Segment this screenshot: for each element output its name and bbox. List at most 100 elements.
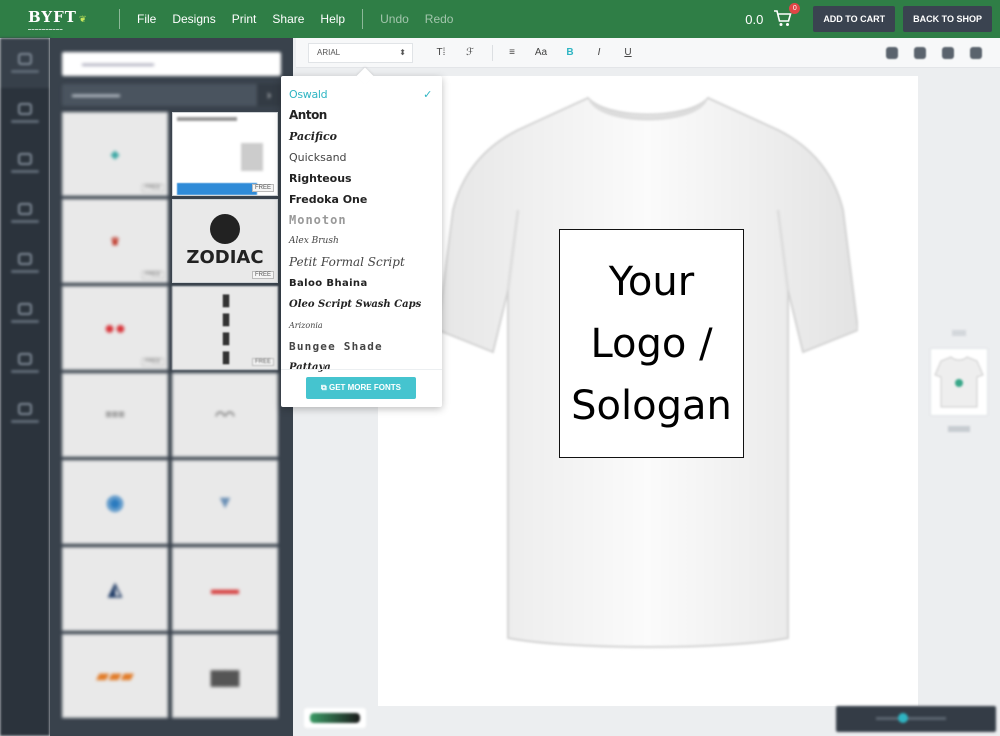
check-icon: ✓ [423,88,432,101]
font-option-monoton[interactable]: Monoton [289,210,442,231]
menu-designs[interactable]: Designs [172,12,215,26]
template-tile[interactable]: ♛ FREE [62,199,168,283]
font-option-oswald[interactable]: Oswald ✓ [289,84,442,105]
design-text-box[interactable]: Your Logo / Sologan [559,229,744,458]
text-icon [18,253,32,265]
italic-button[interactable]: I [589,47,609,58]
menu-divider [119,9,120,29]
rail-item-upload[interactable] [0,138,50,188]
font-dropdown: Oswald ✓ Anton Pacifico Quicksand Righteo… [281,76,442,407]
font-dropdown-footer: ⧉ GET MORE FONTS [281,369,442,407]
font-option-arizonia[interactable]: Arizonia [289,315,442,336]
template-tile[interactable]: ◭ [62,547,168,631]
font-option-oleo-script-swash-caps[interactable]: Oleo Script Swash Caps [289,294,442,315]
color-swatch-widget[interactable] [304,708,366,728]
cart-icon[interactable]: 0 [773,3,801,29]
menu-share[interactable]: Share [272,12,304,26]
align-center-icon[interactable]: ≡ [502,47,522,58]
rail-item-templates[interactable] [0,38,50,88]
view-thumbnail-front[interactable] [930,348,988,416]
template-tile[interactable]: ◉ [62,460,168,544]
font-option-bungee-shade[interactable]: Bungee Shade [289,336,442,357]
rail-item-qr[interactable] [0,388,50,438]
rail-item-text[interactable] [0,238,50,288]
view-thumbnail-label [948,426,970,432]
template-tile[interactable]: FREE [172,112,278,196]
template-grid: ◆ FREE FREE ♛ FREE ZODIAC FREE ●● FREE ▮▮▮▮ F… [62,112,293,718]
external-link-icon: ⧉ [321,383,329,392]
text-case-button[interactable]: Aa [531,47,551,58]
template-search-input[interactable]: ▬▬▬▬▬▬▬▬▬ [62,52,281,76]
redo-button[interactable]: Redo [425,12,454,26]
font-family-select[interactable]: ARIAL ⬍ [308,42,413,63]
clipart-icon [18,103,32,115]
logo-tagline-graphic: ▬▬▬▬▬▬▬▬▬▬ [28,26,63,31]
text-size-icon[interactable]: T⁞ [431,47,451,58]
template-panel: ▬▬▬▬▬▬▬▬▬ ▬▬▬▬▬▬ › ◆ FREE FREE ♛ FREE ZODIA… [50,38,293,736]
font-option-fredoka-one[interactable]: Fredoka One [289,189,442,210]
left-icon-rail [0,38,50,736]
font-option-petit-formal-script[interactable]: Petit Formal Script [289,252,442,273]
shape-icon [18,303,32,315]
font-list: Oswald ✓ Anton Pacifico Quicksand Righteo… [281,76,442,378]
cart-count-badge: 0 [789,3,801,14]
more-icon[interactable] [970,47,982,59]
category-select[interactable]: ▬▬▬▬▬▬ › [62,84,281,106]
chevron-updown-icon: ⬍ [399,47,406,57]
template-tile[interactable]: ≡≡≡ [62,373,168,457]
rail-item-products[interactable] [0,188,50,238]
layers-icon [18,353,32,365]
template-tile[interactable]: ▰▰▰ [62,634,168,718]
template-tile[interactable]: ▬▬ [172,547,278,631]
font-option-anton[interactable]: Anton [289,105,442,126]
menu-divider [362,9,364,29]
qr-icon [18,403,32,415]
brand-name: BYFT [28,7,77,26]
settings-icon[interactable] [942,47,954,59]
text-curve-icon[interactable]: ℱ [460,47,480,58]
template-tile[interactable]: ▮▮▮▮ FREE [172,286,278,370]
thumb-up-icon[interactable] [952,330,966,336]
template-tile[interactable]: ▆▆ [172,634,278,718]
chevron-right-icon[interactable]: › [257,84,281,106]
free-badge: FREE [251,184,274,192]
menu-help[interactable]: Help [320,12,345,26]
free-badge: FREE [251,271,274,279]
template-tile[interactable]: ◠◠ [172,373,278,457]
product-icon [18,203,32,215]
add-to-cart-button[interactable]: ADD TO CART [813,6,896,32]
toolbar-divider [492,44,493,61]
underline-button[interactable]: U [618,47,638,58]
font-option-pacifico[interactable]: Pacifico [289,126,442,147]
leaf-icon: ❦ [78,13,87,24]
font-option-baloo-bhaina[interactable]: Baloo Bhaina [289,273,442,294]
rail-item-clipart[interactable] [0,88,50,138]
template-icon [18,53,32,65]
rail-item-layers[interactable] [0,338,50,388]
zodiac-template-title: ZODIAC [186,247,264,268]
font-option-alex-brush[interactable]: Alex Brush [289,231,442,252]
get-more-fonts-button[interactable]: ⧉ GET MORE FONTS [306,377,416,399]
font-option-quicksand[interactable]: Quicksand [289,147,442,168]
design-text: Your Logo / Sologan [571,258,732,429]
template-tile[interactable]: ▼ [172,460,278,544]
menu-file[interactable]: File [137,12,156,26]
menu-print[interactable]: Print [232,12,257,26]
undo-button[interactable]: Undo [380,12,409,26]
bold-button[interactable]: B [560,47,580,58]
cart-total: 0.0 [745,11,764,27]
font-option-righteous[interactable]: Righteous [289,168,442,189]
template-tile[interactable]: ZODIAC FREE [172,199,278,283]
rail-item-shapes[interactable] [0,288,50,338]
header-actions: 0.0 0 ADD TO CART BACK TO SHOP [745,0,1000,38]
layer-icon[interactable] [886,47,898,59]
template-tile[interactable]: ◆ FREE [62,112,168,196]
zoom-control[interactable] [836,706,996,732]
duplicate-icon[interactable] [914,47,926,59]
upload-icon [18,153,32,165]
text-toolbar: ARIAL ⬍ T⁞ ℱ ≡ Aa B I U [296,38,1000,68]
back-to-shop-button[interactable]: BACK TO SHOP [903,6,992,32]
template-tile[interactable]: ●● FREE [62,286,168,370]
toolbar-right-tools [870,38,982,68]
brand-logo[interactable]: BYFT ❦ ▬▬▬▬▬▬▬▬▬▬ [0,0,110,38]
